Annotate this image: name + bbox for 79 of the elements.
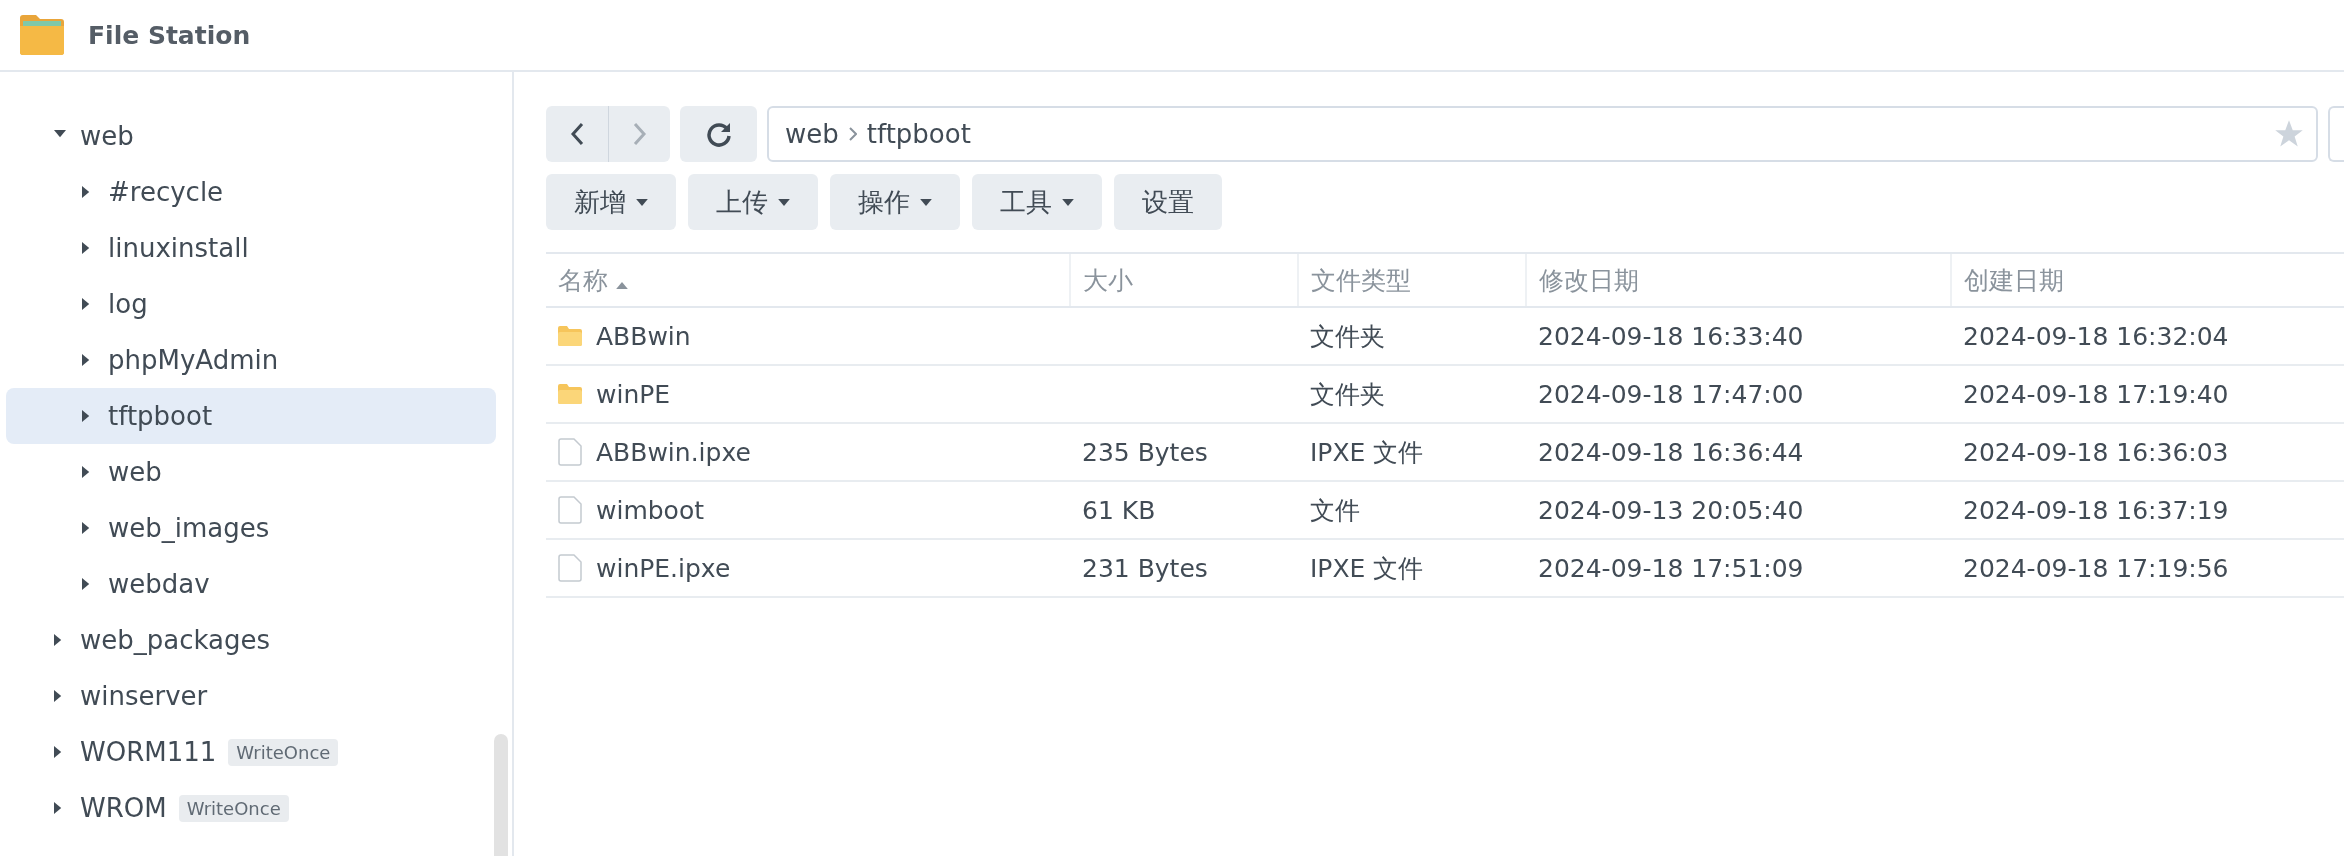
chevron-left-icon (570, 122, 584, 146)
date-cell: 2024-09-13 20:05:40 (1526, 481, 1951, 539)
tree-item[interactable]: web (6, 108, 496, 164)
toolbar-button[interactable]: 上传 (688, 174, 818, 230)
tree-item[interactable]: web_images (6, 500, 496, 556)
folder-name: web_images (108, 513, 270, 543)
file-icon (558, 496, 582, 524)
file-name-cell: ABBwin.ipxe (558, 437, 1058, 467)
size-cell: 231 Bytes (1070, 539, 1298, 597)
file-name-cell: winPE.ipxe (558, 553, 1058, 583)
type-cell: 文件夹 (1298, 365, 1526, 423)
folder-icon (18, 14, 66, 56)
tree-item[interactable]: WROM WriteOnce (6, 780, 496, 836)
tree-item[interactable]: web (6, 444, 496, 500)
star-icon[interactable] (2274, 119, 2304, 149)
scrollbar[interactable] (494, 734, 508, 856)
size-cell: 235 Bytes (1070, 423, 1298, 481)
date-cell: 2024-09-18 17:19:40 (1951, 365, 2344, 423)
path-segment[interactable]: tftpboot (866, 119, 971, 149)
folder-name: webdav (108, 569, 210, 599)
caret-icon (1062, 198, 1074, 206)
path-segment[interactable]: web (785, 119, 839, 149)
caret-icon (636, 198, 648, 206)
date-cell: 2024-09-18 16:36:44 (1526, 423, 1951, 481)
tree-item[interactable]: log (6, 276, 496, 332)
tree-item[interactable]: tftpboot (6, 388, 496, 444)
write-once-tag: WriteOnce (228, 738, 339, 766)
search-field[interactable] (2328, 106, 2344, 162)
refresh-button[interactable] (680, 106, 757, 162)
path-field[interactable]: web tftpboot (767, 106, 2318, 162)
toolbar-button[interactable]: 新增 (546, 174, 676, 230)
tree-item[interactable]: web_packages (6, 612, 496, 668)
folder-name: web_packages (80, 625, 271, 655)
caret-icon (778, 198, 790, 206)
tree-item[interactable]: webdav (6, 556, 496, 612)
type-cell: IPXE 文件 (1298, 423, 1526, 481)
folder-name: WORM111 (80, 737, 217, 767)
tree-item[interactable]: WORM111 WriteOnce (6, 724, 496, 780)
folder-name: web (108, 457, 162, 487)
write-once-tag: WriteOnce (178, 794, 289, 822)
date-cell: 2024-09-18 17:19:56 (1951, 539, 2344, 597)
folder-name: WROM (80, 793, 167, 823)
app-title: File Station (88, 20, 251, 50)
size-cell: 61 KB (1070, 481, 1298, 539)
folder-name: phpMyAdmin (108, 345, 279, 375)
file-name-cell: wimboot (558, 495, 1058, 525)
date-cell: 2024-09-18 16:36:03 (1951, 423, 2344, 481)
toolbar-button[interactable]: 工具 (972, 174, 1102, 230)
file-icon (558, 554, 582, 582)
sort-up-icon (616, 281, 628, 289)
toolbar-button[interactable]: 设置 (1114, 174, 1222, 230)
tree-item[interactable]: #recycle (6, 164, 496, 220)
folder-name: log (108, 289, 148, 319)
folder-icon (558, 384, 582, 404)
type-cell: 文件 (1298, 481, 1526, 539)
file-name-cell: winPE (558, 379, 1058, 409)
tree-item[interactable]: linuxinstall (6, 220, 496, 276)
date-cell: 2024-09-18 16:33:40 (1526, 307, 1951, 365)
tree-item[interactable]: phpMyAdmin (6, 332, 496, 388)
folder-name: web (80, 121, 134, 151)
file-icon (558, 438, 582, 466)
type-cell: IPXE 文件 (1298, 539, 1526, 597)
date-cell: 2024-09-18 17:47:00 (1526, 365, 1951, 423)
caret-icon (920, 198, 932, 206)
chevron-icon (848, 127, 857, 141)
type-cell: 文件夹 (1298, 307, 1526, 365)
date-cell: 2024-09-18 16:37:19 (1951, 481, 2344, 539)
tree-item[interactable]: winserver (6, 668, 496, 724)
folder-icon (558, 326, 582, 346)
folder-name: winserver (80, 681, 208, 711)
folder-name: tftpboot (108, 401, 213, 431)
chevron-right-icon (632, 122, 647, 146)
refresh-icon (705, 121, 732, 147)
folder-name: linuxinstall (108, 233, 249, 263)
folder-name: #recycle (108, 177, 224, 207)
file-name-cell: ABBwin (558, 321, 1058, 351)
date-cell: 2024-09-18 16:32:04 (1951, 307, 2344, 365)
toolbar-button[interactable]: 操作 (830, 174, 960, 230)
date-cell: 2024-09-18 17:51:09 (1526, 539, 1951, 597)
